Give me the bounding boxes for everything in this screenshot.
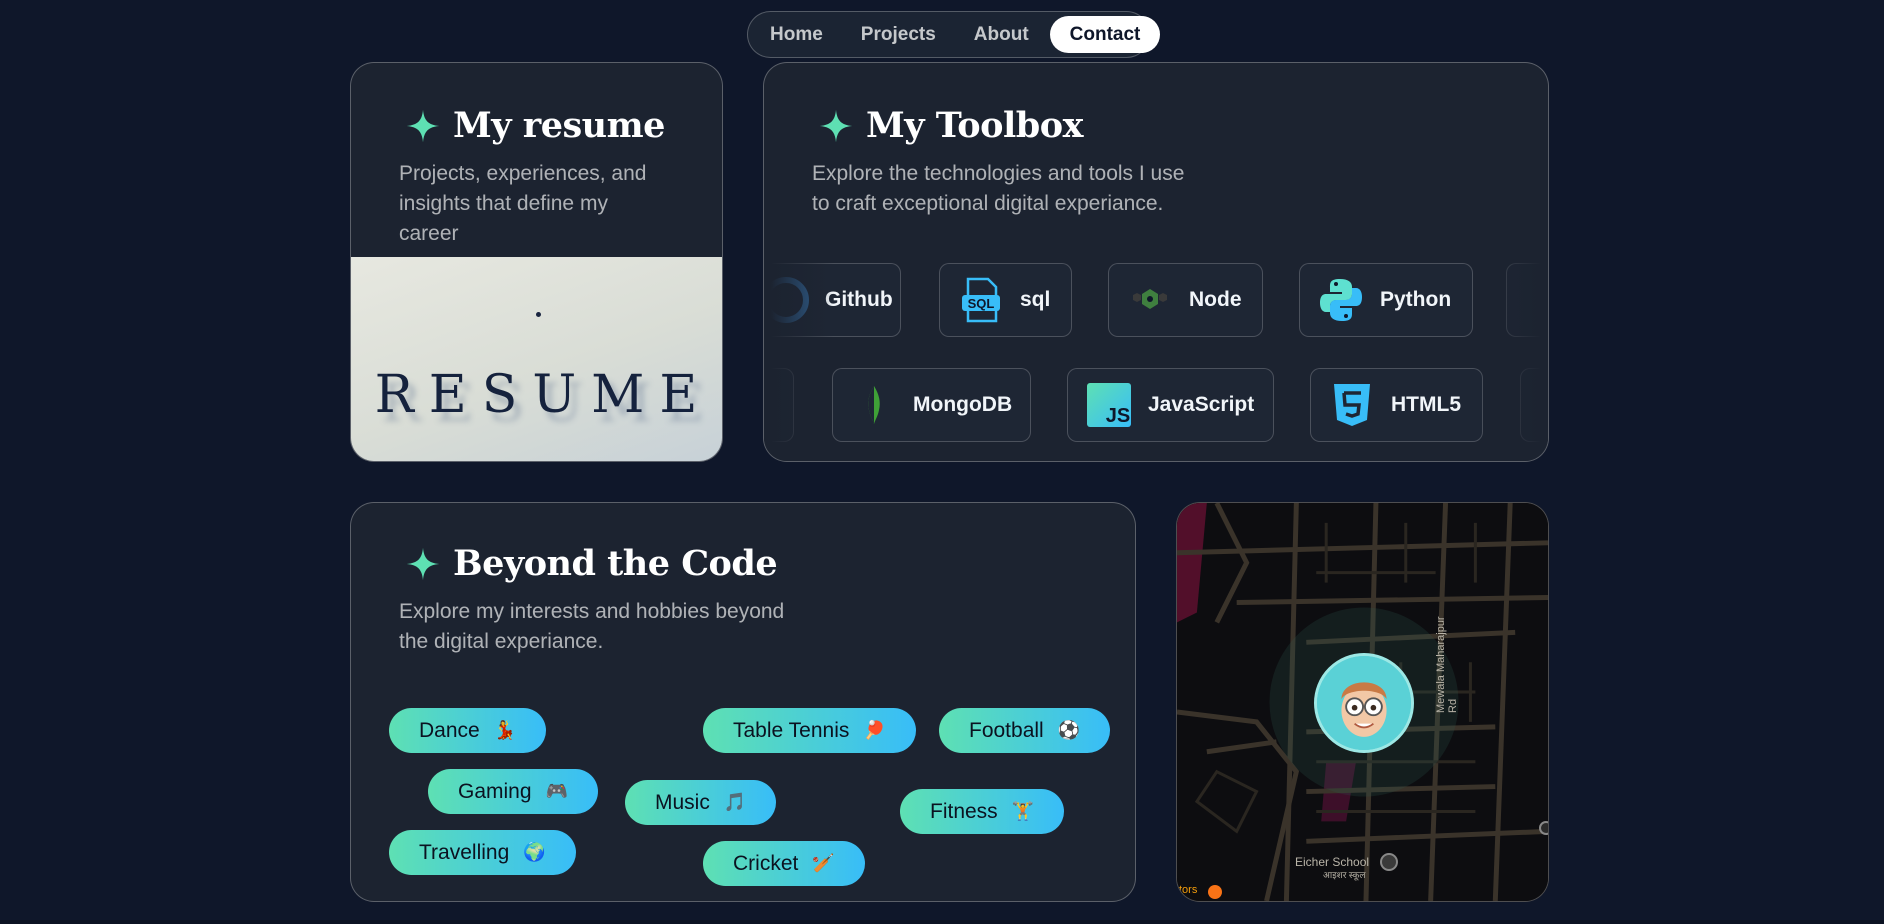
table-tennis-icon: 🏓 bbox=[863, 720, 886, 740]
nav-contact[interactable]: Contact bbox=[1049, 16, 1161, 53]
resume-card[interactable]: My resume Projects, experiences, and ins… bbox=[350, 62, 723, 462]
javascript-icon: JS bbox=[1087, 383, 1131, 427]
school-pin-icon[interactable] bbox=[1380, 853, 1398, 871]
toolbox-subtitle-line: Explore the technologies and tools I use bbox=[812, 162, 1185, 185]
tool-chip-partial[interactable] bbox=[1506, 263, 1548, 337]
tool-chip-python[interactable]: Python bbox=[1299, 263, 1473, 337]
hobby-pill-table-tennis[interactable]: Table Tennis 🏓 bbox=[703, 708, 916, 753]
tool-chip-mongodb[interactable]: MongoDB bbox=[832, 368, 1031, 442]
avatar bbox=[1314, 653, 1414, 753]
map-pin-icon[interactable] bbox=[1539, 821, 1548, 835]
hobby-label: Travelling bbox=[419, 840, 510, 864]
hobbies-subtitle-line: the digital experiance. bbox=[399, 630, 604, 653]
nav-home[interactable]: Home bbox=[753, 16, 840, 53]
hobby-label: Table Tennis bbox=[733, 718, 850, 742]
football-icon: ⚽ bbox=[1057, 720, 1081, 740]
hobby-pill-cricket[interactable]: Cricket 🏏 bbox=[703, 841, 865, 886]
hobby-pill-fitness[interactable]: Fitness 🏋 bbox=[900, 789, 1065, 834]
top-nav: Home Projects About Contact bbox=[747, 11, 1161, 58]
hobby-label: Fitness bbox=[930, 799, 998, 823]
tool-chip-partial[interactable] bbox=[1520, 368, 1548, 442]
toolbox-subtitle-line: to craft exceptional digital experiance. bbox=[812, 192, 1164, 215]
bottom-edge bbox=[0, 920, 1884, 924]
resume-title: My resume bbox=[453, 105, 665, 146]
tool-chip-partial[interactable] bbox=[764, 368, 794, 442]
shop-pin-icon[interactable] bbox=[1208, 885, 1222, 899]
hobbies-card: Beyond the Code Explore my interests and… bbox=[350, 502, 1136, 902]
tool-label: Node bbox=[1189, 288, 1242, 311]
fitness-icon: 🏋 bbox=[1011, 801, 1035, 821]
hobby-pill-football[interactable]: Football ⚽ bbox=[939, 708, 1111, 753]
school-label: Eicher School bbox=[1295, 855, 1370, 869]
python-icon bbox=[1320, 279, 1362, 321]
resume-subtitle: Projects, experiences, and insights that… bbox=[399, 159, 699, 249]
github-icon bbox=[764, 277, 809, 323]
edge-place-label: tors bbox=[1179, 884, 1198, 896]
toolbox-title: My Toolbox bbox=[866, 105, 1083, 146]
hobby-label: Cricket bbox=[733, 851, 799, 875]
html5-icon bbox=[1334, 384, 1370, 426]
sparkle-icon bbox=[406, 109, 440, 142]
toolbox-card: My Toolbox Explore the technologies and … bbox=[763, 62, 1549, 462]
tool-chip-github[interactable]: Github bbox=[764, 263, 901, 337]
dance-icon: 💃 bbox=[493, 720, 517, 740]
music-icon: 🎵 bbox=[723, 792, 747, 812]
tool-label: sql bbox=[1020, 288, 1051, 311]
tool-label: Python bbox=[1380, 288, 1452, 311]
resume-subtitle-line: Projects, experiences, and bbox=[399, 162, 647, 185]
hobbies-subtitle-line: Explore my interests and hobbies beyond bbox=[399, 600, 785, 623]
hobby-label: Music bbox=[655, 790, 710, 814]
resume-subtitle-line: career bbox=[399, 222, 459, 245]
road-label: Mewala Maharajpur Rd bbox=[1435, 616, 1459, 713]
resume-dot bbox=[536, 312, 541, 317]
hobbies-title: Beyond the Code bbox=[453, 543, 778, 584]
tool-label: MongoDB bbox=[913, 393, 1013, 416]
cricket-icon: 🏏 bbox=[812, 853, 835, 873]
hobby-label: Football bbox=[969, 718, 1044, 742]
location-map[interactable]: Mewala Maharajpur Rd Eicher School आइशर … bbox=[1176, 502, 1549, 902]
node-icon bbox=[1133, 289, 1167, 309]
resume-image[interactable]: RESUME bbox=[351, 257, 722, 461]
hobbies-heading: Beyond the Code bbox=[405, 543, 778, 584]
hobby-label: Gaming bbox=[458, 779, 532, 803]
nav-projects[interactable]: Projects bbox=[844, 16, 953, 53]
resume-subtitle-line: insights that define my bbox=[399, 192, 608, 215]
resume-heading: My resume bbox=[405, 105, 665, 146]
hobbies-subtitle: Explore my interests and hobbies beyond … bbox=[399, 597, 819, 657]
hobby-pill-travelling[interactable]: Travelling 🌍 bbox=[389, 830, 576, 875]
tool-chip-sql[interactable]: SQL sql bbox=[939, 263, 1072, 337]
nav-about[interactable]: About bbox=[957, 16, 1046, 53]
travelling-icon: 🌍 bbox=[523, 842, 546, 862]
toolbox-heading: My Toolbox bbox=[818, 105, 1083, 146]
gaming-icon: 🎮 bbox=[545, 781, 568, 801]
resume-image-text: RESUME bbox=[374, 365, 713, 425]
sparkle-icon bbox=[819, 109, 853, 142]
tool-label: HTML5 bbox=[1391, 393, 1461, 416]
sql-icon: SQL bbox=[962, 277, 1000, 323]
school-label-hindi: आइशर स्कूल bbox=[1323, 870, 1366, 880]
hobby-pill-gaming[interactable]: Gaming 🎮 bbox=[428, 769, 598, 814]
tool-chip-node[interactable]: Node bbox=[1108, 263, 1263, 337]
memoji-avatar-icon bbox=[1317, 656, 1411, 750]
hobby-pill-music[interactable]: Music 🎵 bbox=[625, 780, 777, 825]
hobby-pill-dance[interactable]: Dance 💃 bbox=[389, 708, 547, 753]
tool-chip-javascript[interactable]: JS JavaScript bbox=[1067, 368, 1274, 442]
hobby-label: Dance bbox=[419, 718, 480, 742]
sparkle-icon bbox=[406, 547, 440, 580]
svg-text:JS: JS bbox=[1106, 405, 1130, 427]
toolbox-subtitle: Explore the technologies and tools I use… bbox=[812, 159, 1232, 219]
tool-label: JavaScript bbox=[1148, 393, 1255, 416]
svg-text:SQL: SQL bbox=[968, 296, 995, 311]
tool-label: Github bbox=[825, 288, 893, 311]
tool-chip-html5[interactable]: HTML5 bbox=[1310, 368, 1483, 442]
mongodb-icon bbox=[868, 386, 880, 424]
